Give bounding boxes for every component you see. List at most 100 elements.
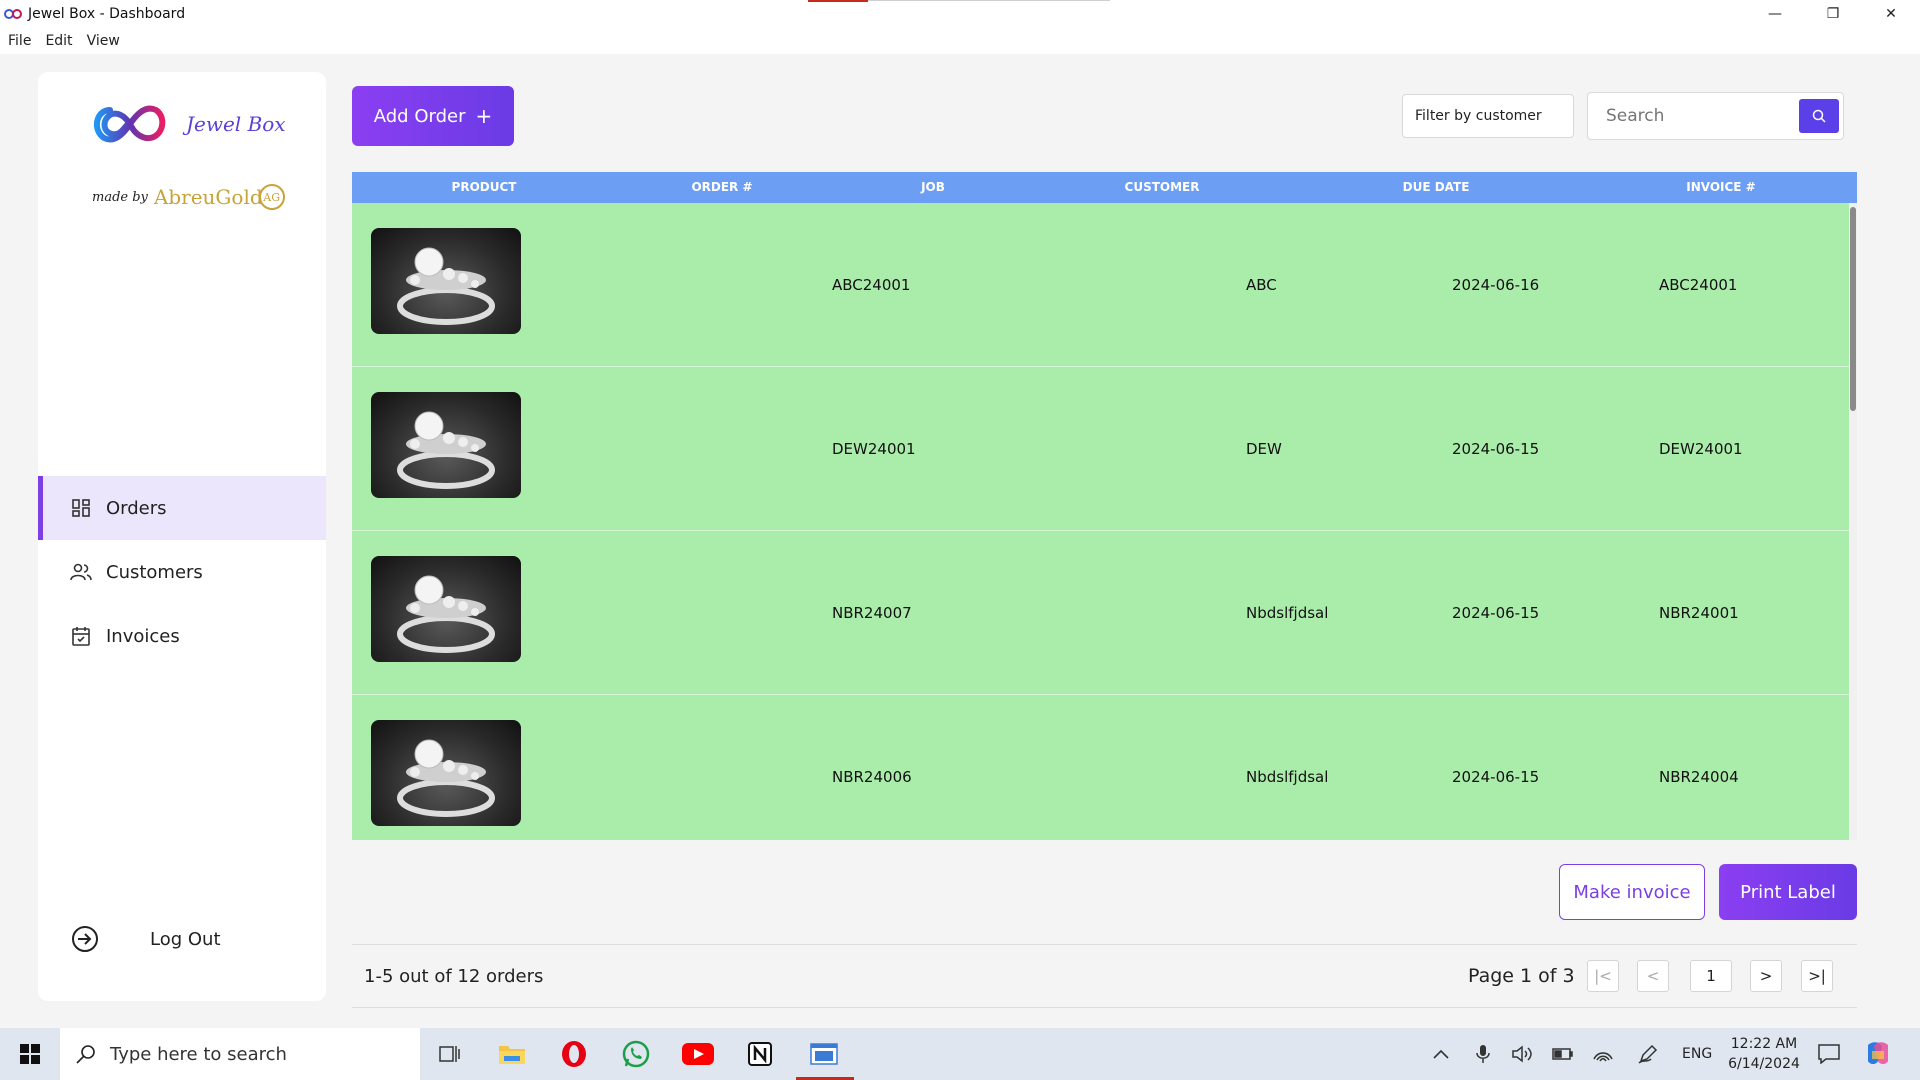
sidebar: Jewel Box made by AbreuGold AG Orders Cu… xyxy=(38,72,326,1001)
task-view-icon[interactable] xyxy=(428,1034,472,1074)
last-page-button[interactable]: >| xyxy=(1801,960,1833,992)
add-order-button[interactable]: Add Order + xyxy=(352,86,514,146)
sidebar-item-orders[interactable]: Orders xyxy=(38,476,326,540)
next-page-button[interactable]: > xyxy=(1750,960,1782,992)
search-input[interactable] xyxy=(1606,106,1796,126)
customer-cell: Nbdslfjdsal xyxy=(1246,604,1329,622)
table-scrollbar[interactable] xyxy=(1849,203,1857,840)
taskbar-clock[interactable]: 12:22 AM 6/14/2024 xyxy=(1720,1034,1808,1074)
close-button[interactable]: ✕ xyxy=(1862,0,1920,28)
filter-by-customer-dropdown[interactable]: Filter by customer xyxy=(1402,94,1574,138)
language-indicator[interactable]: ENG xyxy=(1682,1028,1712,1080)
notion-icon[interactable] xyxy=(738,1034,782,1074)
scrollbar-thumb[interactable] xyxy=(1850,207,1856,411)
wifi-icon[interactable] xyxy=(1592,1028,1614,1080)
minimize-button[interactable]: — xyxy=(1746,0,1804,28)
restore-button[interactable]: ❐ xyxy=(1804,0,1862,28)
start-button[interactable] xyxy=(0,1028,60,1080)
invoice-number-cell: NBR24001 xyxy=(1659,604,1739,622)
pen-icon[interactable] xyxy=(1638,1028,1658,1080)
file-explorer-icon[interactable] xyxy=(490,1034,534,1074)
plus-icon: + xyxy=(475,104,493,128)
make-invoice-button[interactable]: Make invoice xyxy=(1559,864,1705,920)
app-content: Jewel Box made by AbreuGold AG Orders Cu… xyxy=(0,54,1920,1028)
sidebar-nav: Orders Customers Invoices xyxy=(38,476,326,668)
first-page-button[interactable]: |< xyxy=(1587,960,1619,992)
table-row[interactable]: NBR24007 Nbdslfjdsal 2024-06-15 NBR24001 xyxy=(352,531,1849,695)
clock-date: 6/14/2024 xyxy=(1728,1056,1800,1072)
grid-icon xyxy=(70,497,92,519)
youtube-icon[interactable] xyxy=(676,1034,720,1074)
brand-logo: Jewel Box xyxy=(88,100,286,148)
sidebar-item-label: Orders xyxy=(106,497,167,519)
column-header-product[interactable]: PRODUCT xyxy=(352,172,616,203)
column-header-invoice[interactable]: INVOICE # xyxy=(1586,172,1856,203)
title-bar: Jewel Box - Dashboard — ❐ ✕ xyxy=(0,0,1920,28)
menu-edit[interactable]: Edit xyxy=(45,33,72,49)
search-icon xyxy=(1812,109,1826,123)
due-date-cell: 2024-06-16 xyxy=(1452,276,1540,294)
print-label-button[interactable]: Print Label xyxy=(1719,864,1857,920)
column-header-order[interactable]: ORDER # xyxy=(616,172,828,203)
pagination-bar: 1-5 out of 12 orders Page 1 of 3 |< < 1 … xyxy=(352,944,1857,1008)
invoice-number-cell: NBR24004 xyxy=(1659,768,1739,786)
sidebar-item-customers[interactable]: Customers xyxy=(38,540,326,604)
order-number-cell: DEW24001 xyxy=(832,440,916,458)
battery-icon[interactable] xyxy=(1552,1028,1574,1080)
search-button[interactable] xyxy=(1799,99,1839,133)
column-header-due-date[interactable]: DUE DATE xyxy=(1286,172,1586,203)
menu-file[interactable]: File xyxy=(8,33,31,49)
made-by-badge: made by AbreuGold AG xyxy=(92,184,285,210)
orders-table: PRODUCT ORDER # JOB CUSTOMER DUE DATE IN… xyxy=(352,172,1857,840)
taskbar: Type here to search ENG 12:22 AM 6/14/20… xyxy=(0,1028,1920,1080)
search-icon xyxy=(76,1045,95,1064)
table-row[interactable]: NBR24006 Nbdslfjdsal 2024-06-15 NBR24004 xyxy=(352,695,1849,840)
menu-view[interactable]: View xyxy=(87,33,120,49)
order-number-cell: ABC24001 xyxy=(832,276,911,294)
add-order-label: Add Order xyxy=(373,105,466,127)
copilot-icon[interactable] xyxy=(1864,1028,1892,1080)
page-info: Page 1 of 3 xyxy=(1468,965,1575,987)
taskbar-search[interactable]: Type here to search xyxy=(60,1028,420,1080)
brand-name: Jewel Box xyxy=(186,112,286,136)
sidebar-item-invoices[interactable]: Invoices xyxy=(38,604,326,668)
volume-icon[interactable] xyxy=(1512,1028,1534,1080)
titlebar-divider xyxy=(868,0,1110,1)
column-header-job[interactable]: JOB xyxy=(828,172,1038,203)
column-header-customer[interactable]: CUSTOMER xyxy=(1038,172,1286,203)
logout-label: Log Out xyxy=(150,928,221,950)
tray-overflow-icon[interactable] xyxy=(1432,1028,1450,1080)
sidebar-item-label: Invoices xyxy=(106,625,180,647)
made-by-prefix: made by xyxy=(92,189,148,205)
microphone-icon[interactable] xyxy=(1476,1028,1490,1080)
clock-time: 12:22 AM xyxy=(1730,1036,1798,1052)
table-header: PRODUCT ORDER # JOB CUSTOMER DUE DATE IN… xyxy=(352,172,1857,203)
table-row[interactable]: ABC24001 ABC 2024-06-16 ABC24001 xyxy=(352,203,1849,367)
notifications-icon[interactable] xyxy=(1818,1028,1840,1080)
made-by-mark: AG xyxy=(258,184,285,210)
product-image xyxy=(371,556,521,662)
search-box xyxy=(1587,92,1844,140)
users-icon xyxy=(70,561,92,583)
page-number-input[interactable]: 1 xyxy=(1690,960,1732,992)
menu-bar: File Edit View xyxy=(0,28,1920,54)
logout-button[interactable]: Log Out xyxy=(70,924,221,954)
whatsapp-icon[interactable] xyxy=(614,1034,658,1074)
order-number-cell: NBR24006 xyxy=(832,768,912,786)
table-row[interactable]: DEW24001 DEW 2024-06-15 DEW24001 xyxy=(352,367,1849,531)
opera-icon[interactable] xyxy=(552,1034,596,1074)
due-date-cell: 2024-06-15 xyxy=(1452,440,1540,458)
table-body: ABC24001 ABC 2024-06-16 ABC24001 DEW2400… xyxy=(352,203,1849,840)
jewel-box-taskbar-icon[interactable] xyxy=(796,1034,854,1080)
due-date-cell: 2024-06-15 xyxy=(1452,768,1540,786)
customer-cell: Nbdslfjdsal xyxy=(1246,768,1329,786)
invoice-number-cell: ABC24001 xyxy=(1659,276,1738,294)
prev-page-button[interactable]: < xyxy=(1637,960,1669,992)
product-image xyxy=(371,392,521,498)
due-date-cell: 2024-06-15 xyxy=(1452,604,1540,622)
order-number-cell: NBR24007 xyxy=(832,604,912,622)
logout-icon xyxy=(70,924,100,954)
sidebar-item-label: Customers xyxy=(106,561,203,583)
app-logo-icon xyxy=(4,9,22,19)
calendar-icon xyxy=(70,625,92,647)
